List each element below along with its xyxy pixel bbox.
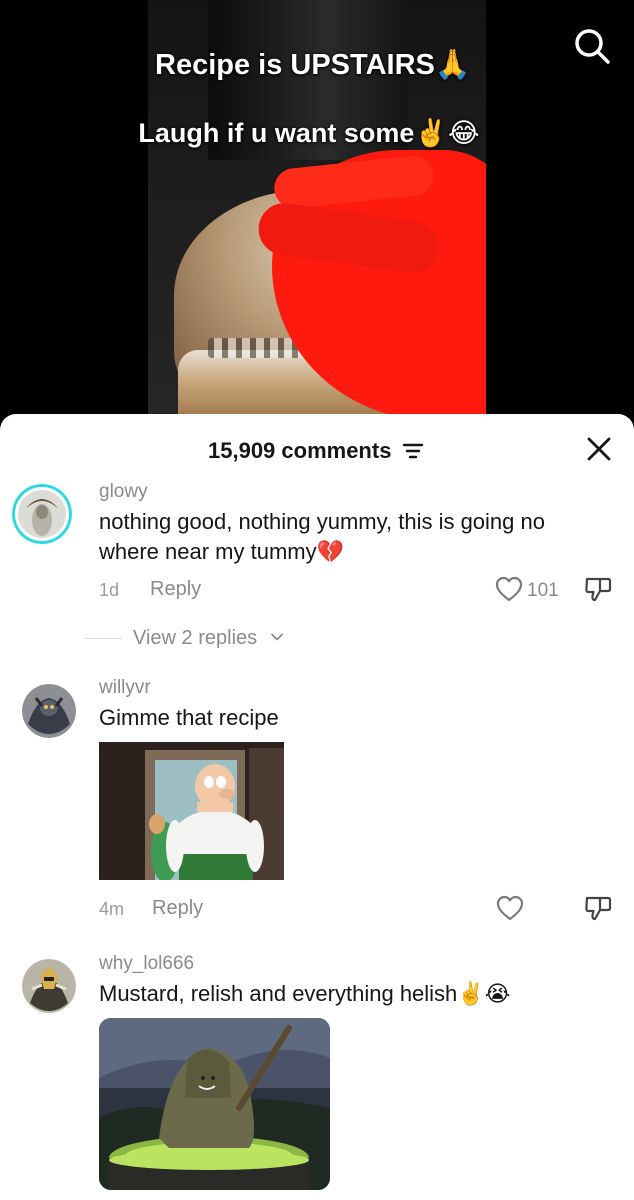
chevron-down-icon[interactable] (270, 630, 284, 644)
comment-timestamp: 4m (99, 899, 125, 919)
comments-header: 15,909 comments (0, 432, 634, 468)
heart-icon[interactable] (495, 576, 523, 602)
comment-username[interactable]: willyvr (99, 677, 151, 699)
avatar[interactable] (22, 959, 76, 1013)
filter-icon[interactable] (402, 441, 424, 461)
video-caption-line: Recipe is UPSTAIRS🙏 (155, 49, 471, 81)
view-replies-button[interactable]: View 2 replies (133, 627, 257, 650)
comment-timestamp: 1d (99, 580, 120, 600)
comment-username[interactable]: why_lol666 (99, 953, 194, 975)
reply-button[interactable]: Reply (150, 578, 201, 601)
gif-attachment[interactable] (99, 742, 284, 880)
image-attachment[interactable] (99, 1018, 330, 1190)
close-icon[interactable] (586, 436, 612, 462)
comment-text: nothing good, nothing yummy, this is goi… (99, 509, 545, 564)
comment-text: Gimme that recipe (99, 705, 279, 730)
avatar[interactable] (22, 684, 76, 738)
like-count: 101 (527, 580, 559, 601)
thumbs-down-icon[interactable] (584, 894, 612, 922)
thumbs-down-icon[interactable] (584, 575, 612, 603)
avatar[interactable] (12, 484, 72, 544)
heart-icon[interactable] (496, 895, 524, 921)
video-player[interactable]: Recipe is UPSTAIRS🙏 Laugh if u want some… (0, 0, 634, 420)
replies-divider (84, 638, 122, 639)
comment-username[interactable]: glowy (99, 481, 148, 503)
reply-button[interactable]: Reply (152, 897, 203, 920)
search-icon[interactable] (572, 26, 612, 66)
comment-text: Mustard, relish and everything helish✌️😭 (99, 981, 511, 1006)
video-caption-line: Laugh if u want some✌️😂 (138, 118, 480, 148)
comment-count: 15,909 comments (208, 438, 392, 463)
comments-sheet: 15,909 comments glowy nothing good, noth… (0, 414, 634, 1200)
